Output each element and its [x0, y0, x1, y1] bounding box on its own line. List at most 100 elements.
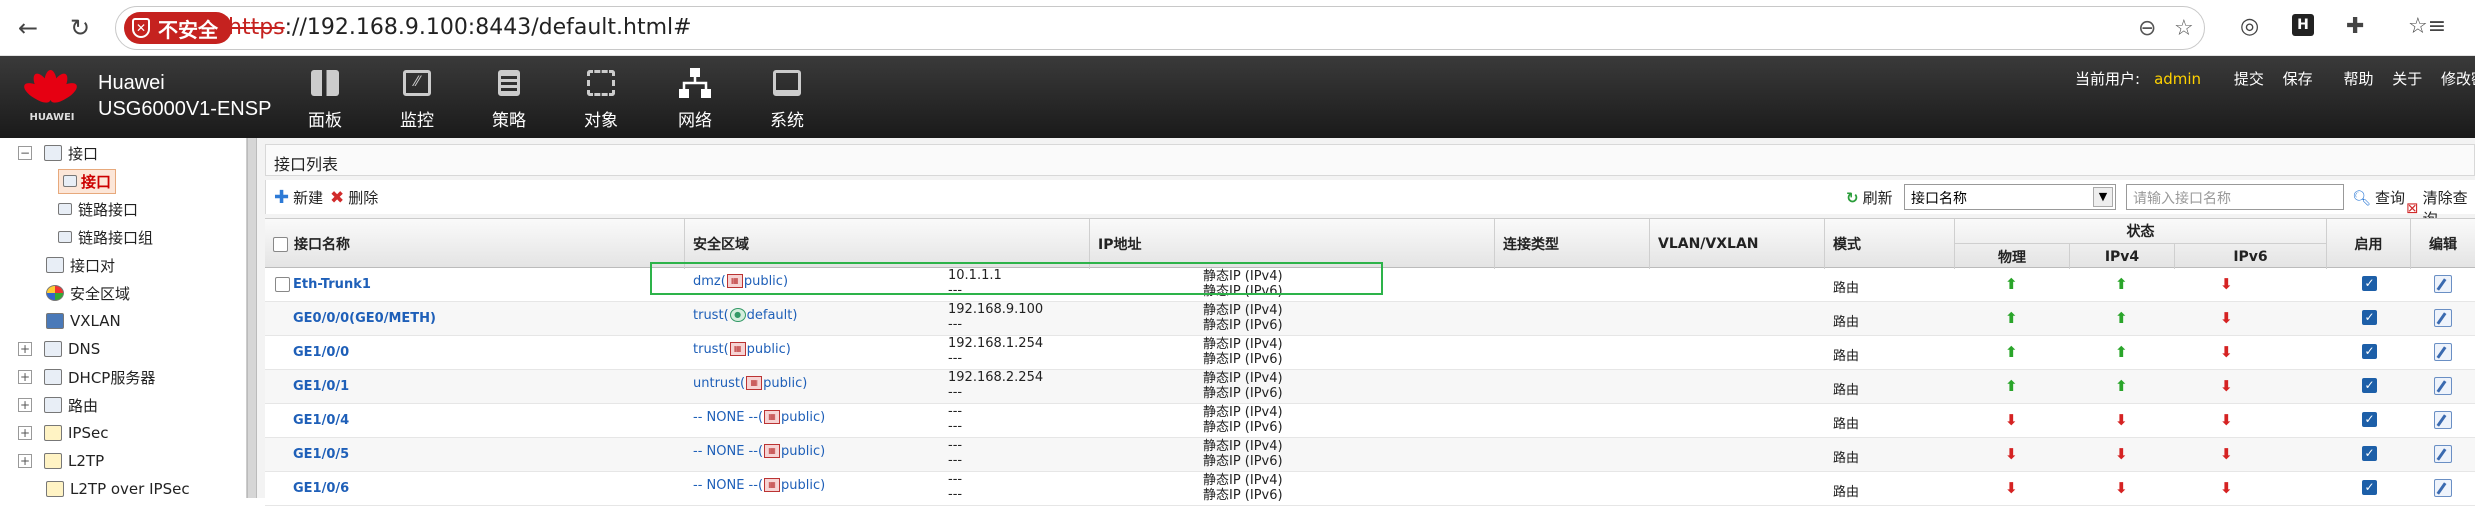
edit-icon[interactable] — [2434, 411, 2452, 433]
delete-button[interactable]: ✖ 删除 — [330, 187, 378, 208]
expand-icon[interactable]: + — [18, 342, 32, 356]
h-extension-icon[interactable]: H — [2292, 14, 2314, 36]
query-label: 查询 — [2375, 189, 2406, 207]
enable-checkbox[interactable]: ✓ — [2362, 480, 2377, 495]
back-arrow-icon[interactable]: ← — [10, 10, 46, 46]
interface-name-link[interactable]: GE1/0/4 — [293, 413, 349, 428]
tree-interface[interactable]: 接口 — [58, 168, 117, 194]
header-edit: 编辑 — [2429, 237, 2457, 253]
table-row[interactable]: GE1/0/5 -- NONE --(▦ public) --- --- 静态IP (IP… — [265, 438, 2475, 472]
tree-label: 接口 — [81, 172, 112, 191]
enable-checkbox[interactable]: ✓ — [2362, 344, 2377, 359]
edit-icon[interactable] — [2434, 445, 2452, 467]
chevron-down-icon[interactable]: ▼ — [2093, 187, 2113, 207]
nav-dashboard[interactable]: 面板 — [290, 66, 360, 131]
enable-checkbox[interactable]: ✓ — [2362, 412, 2377, 427]
puzzle-icon[interactable]: ✚ — [2346, 14, 2364, 39]
expand-icon[interactable]: + — [18, 370, 32, 384]
star-icon[interactable]: ☆ — [2174, 16, 2194, 41]
nav-network[interactable]: 网络 — [660, 66, 730, 131]
tree-link-interface-group[interactable]: 链路接口组 — [58, 224, 153, 250]
sidebar-splitter[interactable] — [247, 138, 257, 498]
zoom-icon[interactable]: ⊖ — [2138, 16, 2156, 41]
nav-policy[interactable]: 策略 — [474, 66, 544, 131]
header-mode[interactable]: 模式 — [1825, 219, 1955, 269]
help-link[interactable]: 帮助 — [2343, 70, 2373, 88]
tree-interface-group[interactable]: − 接口 — [18, 140, 98, 166]
interface-name-link[interactable]: GE0/0/0(GE0/METH) — [293, 311, 436, 326]
tree-interface-pair[interactable]: 接口对 — [46, 252, 115, 278]
refresh-button[interactable]: ↻ 刷新 — [1846, 187, 1893, 208]
save-link[interactable]: 保存 — [2283, 70, 2313, 88]
security-zone-cell[interactable]: -- NONE --(▦ public) — [693, 478, 825, 493]
interface-name-link[interactable]: GE1/0/1 — [293, 379, 349, 394]
header-physical: 物理 — [1955, 244, 2070, 269]
enable-checkbox[interactable]: ✓ — [2362, 378, 2377, 393]
nav-label: 网络 — [678, 111, 712, 131]
object-icon — [566, 66, 636, 100]
interface-name-link[interactable]: GE1/0/6 — [293, 481, 349, 496]
header-ip-address[interactable]: IP地址 — [1090, 219, 1495, 269]
table-row[interactable]: GE1/0/6 -- NONE --(▦ public) --- --- 静态IP (IP… — [265, 472, 2475, 506]
change-password-link[interactable]: 修改密码 — [2441, 70, 2475, 88]
edit-icon[interactable] — [2434, 309, 2452, 331]
security-zone-cell[interactable]: trust(● default) — [693, 308, 797, 323]
header-connection-type[interactable]: 连接类型 — [1495, 219, 1650, 269]
enable-checkbox[interactable]: ✓ — [2362, 276, 2377, 291]
security-zone-cell[interactable]: untrust(▦ public) — [693, 376, 807, 391]
interface-name-link[interactable]: GE1/0/0 — [293, 345, 349, 360]
ipv6-address: --- — [948, 487, 963, 502]
url-text[interactable]: https://192.168.9.100:8443/default.html# — [228, 15, 692, 40]
not-secure-badge[interactable]: ✕ 不安全 — [124, 12, 232, 44]
header-vlan-vxlan[interactable]: VLAN/VXLAN — [1650, 219, 1825, 269]
nav-object[interactable]: 对象 — [566, 66, 636, 131]
new-button[interactable]: ✚ 新建 — [274, 187, 323, 208]
status-up-icon: ⬆ — [2115, 275, 2128, 293]
tree-security-zone[interactable]: 安全区域 — [46, 280, 130, 306]
tree-dns[interactable]: + DNS — [18, 336, 100, 362]
row-checkbox[interactable] — [275, 277, 290, 292]
table-row[interactable]: GE1/0/1 untrust(▦ public) 192.168.2.254 --- 静… — [265, 370, 2475, 404]
header-interface-name[interactable]: 接口名称 — [265, 219, 685, 269]
security-zone-cell[interactable]: dmz(▦ public) — [693, 274, 788, 289]
tree-ipsec[interactable]: + IPSec — [18, 420, 108, 446]
tree-link-interface[interactable]: 链路接口 — [58, 196, 138, 222]
collapse-icon[interactable]: − — [18, 146, 32, 160]
reload-icon[interactable]: ↻ — [62, 10, 98, 46]
table-row[interactable]: GE1/0/0 trust(▦ public) 192.168.1.254 --- 静态I… — [265, 336, 2475, 370]
header-security-zone[interactable]: 安全区域 — [685, 219, 1090, 269]
edit-icon[interactable] — [2434, 275, 2452, 297]
address-bar[interactable]: ✕ 不安全 https://192.168.9.100:8443/default… — [115, 6, 2205, 50]
table-row[interactable]: GE1/0/4 -- NONE --(▦ public) --- --- 静态IP (IP… — [265, 404, 2475, 438]
security-zone-cell[interactable]: trust(▦ public) — [693, 342, 791, 357]
select-all-checkbox[interactable] — [273, 236, 288, 252]
expand-icon[interactable]: + — [18, 454, 32, 468]
favorites-icon[interactable]: ☆≡ — [2408, 14, 2446, 39]
enable-checkbox[interactable]: ✓ — [2362, 446, 2377, 461]
about-link[interactable]: 关于 — [2392, 70, 2422, 88]
tree-l2tp-over-ipsec[interactable]: L2TP over IPSec — [46, 476, 190, 502]
filter-field-select[interactable]: 接口名称 ▼ — [1904, 184, 2116, 210]
table-row[interactable]: GE0/0/0(GE0/METH) trust(● default) 192.168.… — [265, 302, 2475, 336]
expand-icon[interactable]: + — [18, 398, 32, 412]
interface-name-link[interactable]: GE1/0/5 — [293, 447, 349, 462]
nav-system[interactable]: 系统 — [752, 66, 822, 131]
search-input[interactable]: 请输入接口名称 — [2126, 184, 2344, 210]
tree-dhcp-server[interactable]: + DHCP服务器 — [18, 364, 155, 390]
commit-link[interactable]: 提交 — [2234, 70, 2264, 88]
security-zone-cell[interactable]: -- NONE --(▦ public) — [693, 410, 825, 425]
tree-l2tp[interactable]: + L2TP — [18, 448, 104, 474]
expand-icon[interactable]: + — [18, 426, 32, 440]
nav-monitor[interactable]: ⁄⁄ 监控 — [382, 66, 452, 131]
zone-name: untrust — [693, 376, 741, 391]
table-row[interactable]: Eth-Trunk1 dmz(▦ public) 10.1.1.1 --- 静态IP (I… — [265, 268, 2475, 302]
circle-extension-icon[interactable]: ◎ — [2240, 14, 2259, 39]
enable-checkbox[interactable]: ✓ — [2362, 310, 2377, 325]
tree-vxlan[interactable]: VXLAN — [46, 308, 121, 334]
interface-name-link[interactable]: Eth-Trunk1 — [293, 277, 371, 292]
edit-icon[interactable] — [2434, 343, 2452, 365]
security-zone-cell[interactable]: -- NONE --(▦ public) — [693, 444, 825, 459]
query-button[interactable]: 🔍︎ 查询 — [2352, 187, 2405, 208]
edit-icon[interactable] — [2434, 377, 2452, 399]
tree-routing[interactable]: + 路由 — [18, 392, 98, 418]
